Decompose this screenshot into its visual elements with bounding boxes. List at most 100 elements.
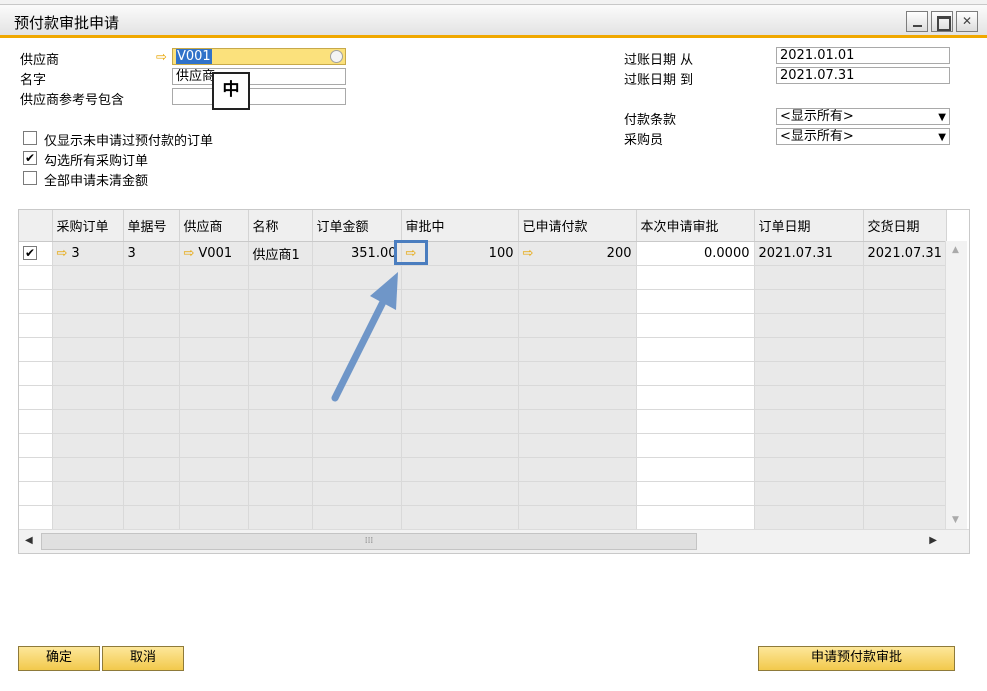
scroll-up-icon[interactable]: ▲	[952, 245, 959, 255]
empty-cell	[518, 481, 637, 506]
empty-cell	[123, 385, 180, 410]
name-value: 供应商	[176, 69, 216, 84]
payment-terms-select[interactable]: <显示所有> ▼	[776, 108, 950, 125]
vendor-code-value: V001	[198, 245, 233, 261]
col-header-order-date[interactable]: 订单日期	[754, 210, 864, 242]
empty-cell[interactable]	[636, 313, 755, 338]
scroll-down-icon[interactable]: ▼	[952, 515, 959, 525]
empty-cell[interactable]	[636, 481, 755, 506]
col-header-order-amount[interactable]: 订单金额	[312, 210, 402, 242]
chevron-down-icon[interactable]: ▼	[938, 110, 946, 124]
empty-cell[interactable]	[636, 505, 755, 530]
empty-cell[interactable]	[636, 361, 755, 386]
empty-cell	[179, 457, 249, 482]
posting-from-label: 过账日期 从	[624, 53, 694, 68]
table-row[interactable]: ✔ ⇨ 3 3 ⇨ V001 供应商1 351.00 ⇨ 100 ⇨ 200 0.000…	[19, 241, 947, 266]
empty-cell	[754, 289, 864, 314]
empty-cell[interactable]	[19, 361, 53, 386]
col-header-vendor[interactable]: 供应商	[179, 210, 249, 242]
empty-cell	[754, 457, 864, 482]
posting-to-label: 过账日期 到	[624, 73, 694, 88]
empty-cell	[179, 409, 249, 434]
close-button[interactable]: ✕	[956, 11, 978, 32]
choose-from-list-icon[interactable]	[330, 50, 343, 63]
empty-cell	[863, 409, 947, 434]
empty-cell[interactable]	[636, 457, 755, 482]
horizontal-scrollbar[interactable]: ◀ ⁞⁞⁞ ▶	[19, 529, 969, 553]
chevron-down-icon[interactable]: ▼	[938, 130, 946, 144]
request-prepayment-button[interactable]: 申请预付款审批	[758, 646, 955, 671]
empty-cell[interactable]	[636, 409, 755, 434]
empty-cell	[248, 265, 313, 290]
empty-cell[interactable]	[19, 481, 53, 506]
col-header-name[interactable]: 名称	[248, 210, 313, 242]
vendor-link-arrow-icon[interactable]: ⇨	[156, 51, 167, 64]
empty-cell[interactable]	[19, 289, 53, 314]
empty-cell[interactable]	[636, 289, 755, 314]
empty-cell	[754, 265, 864, 290]
empty-cell	[312, 289, 402, 314]
empty-cell[interactable]	[19, 313, 53, 338]
empty-cell	[123, 481, 180, 506]
maximize-button[interactable]	[931, 11, 953, 32]
col-header-current-request[interactable]: 本次申请审批	[636, 210, 755, 242]
col-header-select[interactable]	[19, 210, 53, 242]
empty-cell[interactable]	[636, 337, 755, 362]
vertical-scrollbar[interactable]: ▲ ▼	[945, 241, 967, 529]
row-checkbox[interactable]: ✔	[23, 245, 37, 260]
col-header-in-approval[interactable]: 审批中	[401, 210, 519, 242]
scroll-right-icon[interactable]: ▶	[929, 535, 937, 546]
posting-from-input[interactable]: 2021.01.01	[776, 47, 950, 64]
col-header-po[interactable]: 采购订单	[52, 210, 124, 242]
empty-cell	[863, 265, 947, 290]
empty-cell[interactable]	[636, 433, 755, 458]
cell-order-date: 2021.07.31	[754, 241, 864, 266]
checkbox-select-all-po[interactable]: ✔	[23, 151, 37, 165]
empty-cell	[401, 361, 519, 386]
empty-cell[interactable]	[19, 505, 53, 530]
minimize-button[interactable]	[906, 11, 928, 32]
empty-cell[interactable]	[19, 337, 53, 362]
empty-cell[interactable]	[636, 265, 755, 290]
cell-po[interactable]: ⇨ 3	[52, 241, 124, 266]
empty-cell[interactable]	[19, 409, 53, 434]
vendor-link-arrow-icon[interactable]: ⇨	[184, 246, 195, 261]
vendor-input[interactable]: V001	[172, 48, 346, 65]
ok-button[interactable]: 确定	[18, 646, 100, 671]
empty-cell	[863, 361, 947, 386]
col-header-doc-no[interactable]: 单据号	[123, 210, 180, 242]
name-input[interactable]: 供应商	[172, 68, 346, 85]
empty-cell	[123, 337, 180, 362]
empty-cell	[863, 313, 947, 338]
empty-cell	[52, 385, 124, 410]
col-header-applied-payment[interactable]: 已申请付款	[518, 210, 637, 242]
empty-cell[interactable]	[19, 433, 53, 458]
row-checkbox-cell[interactable]: ✔	[19, 241, 53, 266]
empty-cell[interactable]	[19, 385, 53, 410]
buyer-value: <显示所有>	[780, 129, 854, 144]
empty-cell[interactable]	[19, 457, 53, 482]
empty-cell[interactable]	[636, 385, 755, 410]
applied-payment-link-arrow-icon[interactable]: ⇨	[523, 246, 534, 261]
empty-cell	[863, 289, 947, 314]
horizontal-scroll-thumb[interactable]: ⁞⁞⁞	[41, 533, 697, 550]
cell-applied-payment[interactable]: ⇨ 200	[518, 241, 637, 266]
scroll-left-icon[interactable]: ◀	[25, 535, 33, 546]
col-header-delivery-date[interactable]: 交货日期	[863, 210, 947, 242]
empty-cell	[52, 361, 124, 386]
buyer-label: 采购员	[624, 133, 664, 148]
payment-terms-value: <显示所有>	[780, 109, 854, 124]
check-icon: ✔	[24, 151, 36, 165]
cancel-button[interactable]: 取消	[102, 646, 184, 671]
po-link-arrow-icon[interactable]: ⇨	[57, 246, 68, 261]
empty-cell[interactable]	[19, 265, 53, 290]
buyer-select[interactable]: <显示所有> ▼	[776, 128, 950, 145]
posting-to-input[interactable]: 2021.07.31	[776, 67, 950, 84]
vendor-ref-input[interactable]	[172, 88, 346, 105]
checkbox-request-open-amount[interactable]	[23, 171, 37, 185]
empty-cell	[754, 505, 864, 530]
cell-current-request[interactable]: 0.0000	[636, 241, 755, 266]
checkbox-only-unrequested[interactable]	[23, 131, 37, 145]
cell-vendor[interactable]: ⇨ V001	[179, 241, 249, 266]
table-row-empty	[19, 385, 947, 410]
